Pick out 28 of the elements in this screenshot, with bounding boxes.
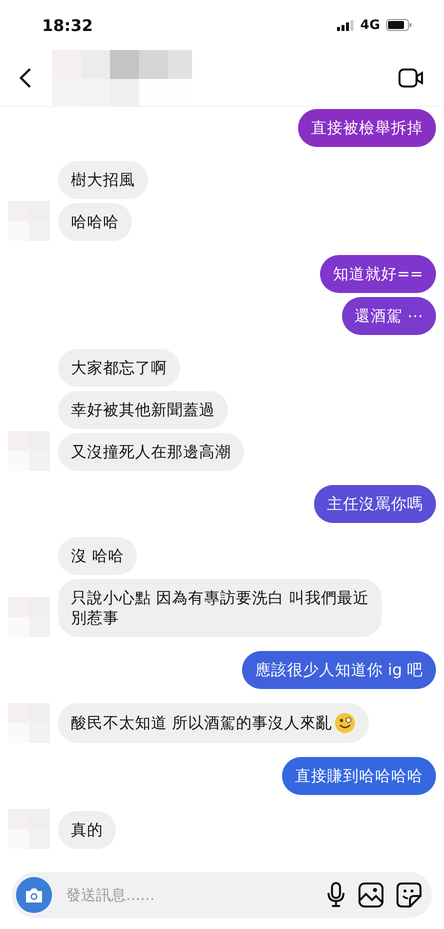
sent-message: 直接被檢舉拆掉 <box>298 109 436 147</box>
received-message: 又沒撞死人在那邊高潮 <box>58 433 244 471</box>
back-button[interactable] <box>18 67 32 89</box>
battery-icon <box>386 19 412 31</box>
network-type: 4G <box>360 18 380 32</box>
received-message: 幸好被其他新聞蓋過 <box>58 391 228 429</box>
sent-message: 還酒駕 ⋯ <box>342 297 436 335</box>
received-message: 酸民不太知道 所以酒駕的事沒人來亂 <box>58 703 369 743</box>
received-message: 沒 哈哈 <box>58 537 137 575</box>
status-time: 18:32 <box>42 16 93 34</box>
camera-button[interactable] <box>16 877 52 913</box>
video-call-button[interactable] <box>398 67 424 89</box>
sticker-button[interactable] <box>396 882 422 908</box>
signal-icon <box>337 20 354 30</box>
sent-message: 知道就好== <box>320 255 436 293</box>
camera-icon <box>24 886 44 904</box>
received-message: 哈哈哈 <box>58 203 132 241</box>
message-input[interactable]: 發送訊息...... <box>64 885 314 905</box>
received-message: 只說小心點 因為有專訪要洗白 叫我們最近別惹事 <box>58 579 382 637</box>
sent-message: 主任沒罵你嗎 <box>314 485 436 523</box>
sent-message: 直接賺到哈哈哈哈 <box>282 757 436 795</box>
received-message: 樹大招風 <box>58 161 148 199</box>
received-message: 真的 <box>58 811 116 849</box>
gallery-button[interactable] <box>358 882 384 908</box>
sent-message: 應該很少人知道你 ig 吧 <box>242 651 436 689</box>
message-field[interactable]: 發送訊息...... <box>12 872 432 918</box>
received-message: 大家都忘了啊 <box>58 349 180 387</box>
microphone-button[interactable] <box>326 882 346 908</box>
